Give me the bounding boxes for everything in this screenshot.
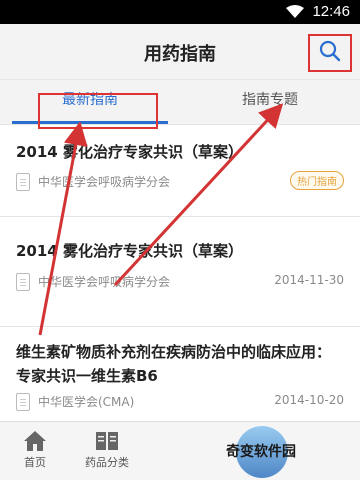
home-icon <box>0 428 70 454</box>
item-date: 2014-11-30 <box>274 273 344 287</box>
tab-topics-label: 指南专题 <box>242 92 298 108</box>
item-title: 维生素矿物质补充剂在疾病防治中的临床应用：专家共识一维生素B6 <box>16 343 332 385</box>
document-icon <box>16 173 30 191</box>
clock: 12:46 <box>312 3 350 20</box>
search-button[interactable] <box>308 34 352 72</box>
annotation-box <box>38 93 158 129</box>
document-icon <box>16 273 30 291</box>
item-title: 2014 雾化治疗专家共识（草案） <box>16 143 243 161</box>
item-meta: 中华医学会(CMA) 2014-10-20 <box>16 392 344 412</box>
search-icon <box>319 40 341 66</box>
item-source: 中华医学会呼吸病学分会 <box>38 175 171 189</box>
page-title: 用药指南 <box>144 44 216 65</box>
tab-topics[interactable]: 指南专题 <box>180 80 360 124</box>
app-header: 用药指南 <box>0 24 360 80</box>
hot-badge: 热门指南 <box>290 171 344 190</box>
nav-home-label: 首页 <box>24 456 46 469</box>
wifi-icon <box>286 4 304 23</box>
nav-home[interactable]: 首页 <box>0 428 70 470</box>
bottom-nav: 首页 药品分类 奇变软件园 <box>0 421 360 480</box>
item-title: 2014 雾化治疗专家共识（草案） <box>16 242 243 260</box>
brand-logo: 奇变软件园 <box>200 426 350 478</box>
item-meta: 中华医学会呼吸病学分会 热门指南 <box>16 171 344 192</box>
list-item[interactable]: 维生素矿物质补充剂在疾病防治中的临床应用：专家共识一维生素B6 中华医学会(CM… <box>0 326 360 426</box>
nav-categories[interactable]: 药品分类 <box>72 428 142 470</box>
brand-name: 奇变软件园 <box>226 444 296 460</box>
item-meta: 中华医学会呼吸病学分会 2014-11-30 <box>16 272 344 292</box>
book-icon <box>72 428 142 454</box>
list-item[interactable]: 2014 雾化治疗专家共识（草案） 中华医学会呼吸病学分会 2014-11-30 <box>0 216 360 327</box>
item-source: 中华医学会呼吸病学分会 <box>38 275 171 289</box>
status-bar: 12:46 <box>0 0 360 24</box>
list-item[interactable]: 2014 雾化治疗专家共识（草案） 中华医学会呼吸病学分会 热门指南 <box>0 126 360 217</box>
document-icon <box>16 393 30 411</box>
item-date: 2014-10-20 <box>274 393 344 407</box>
nav-categories-label: 药品分类 <box>85 456 129 469</box>
item-source: 中华医学会(CMA) <box>38 395 135 409</box>
